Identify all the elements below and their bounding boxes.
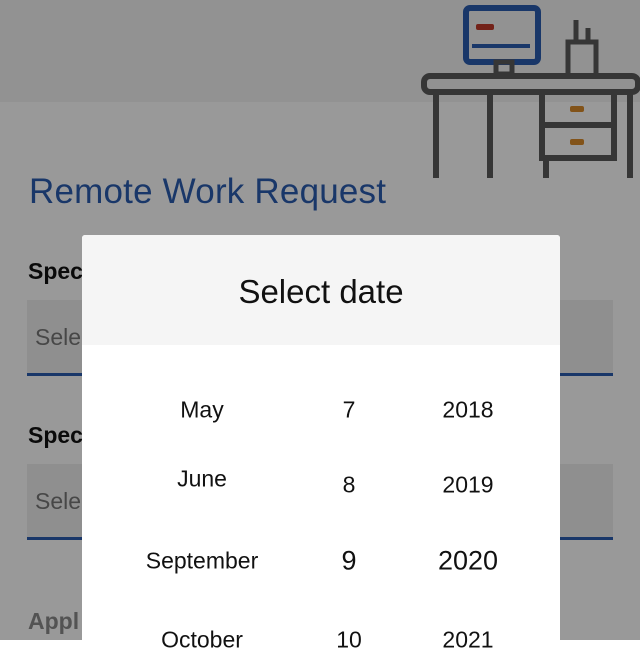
year-option[interactable]: 2019 (442, 472, 493, 499)
dialog-title: Select date (238, 273, 404, 310)
day-option-selected[interactable]: 9 (341, 546, 356, 577)
day-option[interactable]: 10 (336, 627, 362, 654)
month-option[interactable]: October (161, 627, 243, 654)
date-picker-dialog: Select date May June September October 7… (82, 235, 560, 655)
year-option[interactable]: 2018 (442, 397, 493, 424)
month-option[interactable]: May (180, 397, 223, 424)
year-option[interactable]: 2021 (442, 627, 493, 654)
dialog-header: Select date (82, 235, 560, 345)
month-option-selected[interactable]: September (146, 548, 259, 575)
day-option[interactable]: 7 (343, 397, 356, 424)
day-option[interactable]: 8 (343, 472, 356, 499)
month-option[interactable]: June (177, 466, 227, 493)
year-option-selected[interactable]: 2020 (438, 546, 498, 577)
